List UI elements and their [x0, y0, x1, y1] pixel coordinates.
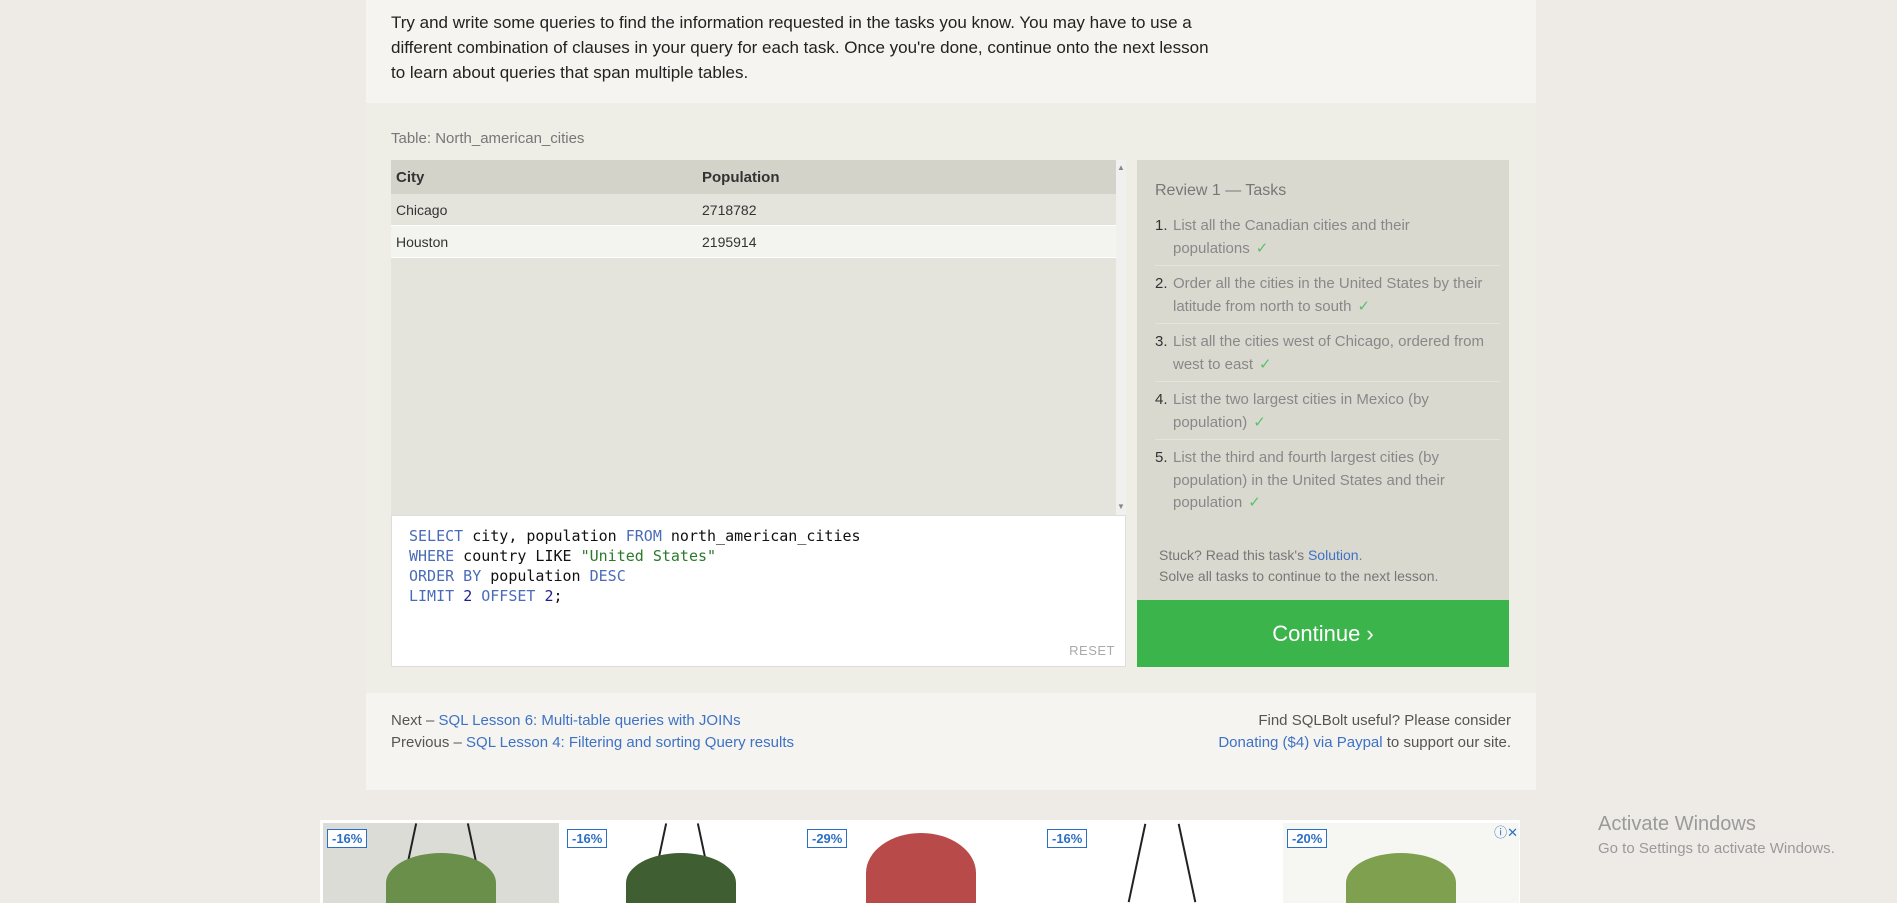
- donation-note: Find SQLBolt useful? Please consider Don…: [1218, 710, 1511, 754]
- column-header-population: Population: [697, 160, 1116, 194]
- cell-city: Chicago: [391, 194, 697, 226]
- discount-badge: -29%: [807, 829, 848, 848]
- sql-keyword: ORDER BY: [409, 567, 482, 585]
- activate-windows-watermark: Activate Windows Go to Settings to activ…: [1598, 813, 1835, 857]
- task-item: 4. List the two largest cities in Mexico …: [1155, 389, 1500, 440]
- sql-editor[interactable]: SELECT city, population FROM north_ameri…: [391, 515, 1126, 667]
- stuck-hint: Stuck? Read this task's Solution. Solve …: [1159, 545, 1438, 587]
- cell-city: Houston: [391, 225, 697, 258]
- ad-product-card[interactable]: -16%: [1043, 823, 1279, 903]
- activate-subtitle: Go to Settings to activate Windows.: [1598, 840, 1835, 857]
- results-header-row: City Population: [391, 160, 1116, 194]
- sql-keyword: FROM: [625, 527, 662, 545]
- next-lesson-link[interactable]: SQL Lesson 6: Multi-table queries with J…: [439, 712, 741, 729]
- tasks-title: Review 1 — Tasks: [1155, 182, 1287, 199]
- sql-text: country LIKE: [454, 547, 581, 565]
- task-text: List all the cities west of Chicago, ord…: [1173, 333, 1484, 373]
- checkmark-icon: ✓: [1253, 413, 1266, 431]
- task-number: 1.: [1155, 217, 1168, 234]
- ad-banner[interactable]: -16% -16% -29% -16% -20% ⓘ✕: [320, 820, 1520, 903]
- continue-button[interactable]: Continue ›: [1137, 600, 1509, 667]
- plant-image: [866, 833, 976, 903]
- discount-badge: -16%: [1047, 829, 1088, 848]
- sql-string: "United States": [580, 547, 717, 565]
- task-item: 3. List all the cities west of Chicago, o…: [1155, 331, 1500, 382]
- sql-code[interactable]: SELECT city, population FROM north_ameri…: [409, 526, 861, 606]
- next-prefix: Next –: [391, 712, 439, 729]
- activate-title: Activate Windows: [1598, 813, 1756, 835]
- solution-link[interactable]: Solution: [1308, 547, 1359, 563]
- task-item: 5. List the third and fourth largest citi…: [1155, 447, 1500, 520]
- lesson-footer: Next – SQL Lesson 6: Multi-table queries…: [366, 693, 1536, 790]
- stuck-suffix: .: [1358, 547, 1363, 563]
- lesson-navigation: Next – SQL Lesson 6: Multi-table queries…: [391, 710, 794, 754]
- scroll-up-arrow-icon[interactable]: ▲: [1116, 162, 1126, 174]
- task-item: 2. Order all the cities in the United Sta…: [1155, 273, 1500, 324]
- ad-product-card[interactable]: -29%: [803, 823, 1039, 903]
- task-number: 3.: [1155, 333, 1168, 350]
- checkmark-icon: ✓: [1255, 239, 1269, 257]
- table-title: Table: North_american_cities: [391, 130, 585, 147]
- sql-text: population: [481, 567, 590, 585]
- reset-button[interactable]: RESET: [1069, 643, 1115, 658]
- results-table: City Population Chicago 2718782 Houston …: [391, 160, 1116, 258]
- intro-section: Try and write some queries to find the i…: [366, 0, 1536, 103]
- sql-keyword: DESC: [589, 567, 626, 585]
- plant-image: [386, 853, 496, 903]
- previous-prefix: Previous –: [391, 734, 467, 751]
- plant-image: [626, 853, 736, 903]
- previous-lesson-link[interactable]: SQL Lesson 4: Filtering and sorting Quer…: [466, 734, 794, 751]
- task-text: Order all the cities in the United State…: [1173, 275, 1483, 315]
- cell-population: 2195914: [697, 225, 1116, 258]
- scroll-down-arrow-icon[interactable]: ▼: [1116, 501, 1126, 513]
- ad-info-close-icon[interactable]: ⓘ✕: [1494, 822, 1518, 841]
- sql-text: north_american_cities: [661, 527, 861, 545]
- sql-number: 2: [544, 587, 554, 605]
- sql-keyword: OFFSET: [481, 587, 536, 605]
- task-text: List all the Canadian cities and their p…: [1173, 217, 1410, 257]
- checkmark-icon: ✓: [1357, 297, 1371, 315]
- ad-product-card[interactable]: -16%: [563, 823, 799, 903]
- plant-image: [1346, 853, 1456, 903]
- table-row: Houston 2195914: [391, 225, 1116, 258]
- useful-text: Find SQLBolt useful? Please consider: [1258, 712, 1511, 729]
- task-number: 2.: [1155, 275, 1168, 292]
- table-row: Chicago 2718782: [391, 194, 1116, 226]
- sql-keyword: WHERE: [409, 547, 455, 565]
- discount-badge: -16%: [327, 829, 368, 848]
- task-text: List the two largest cities in Mexico (b…: [1173, 391, 1429, 431]
- donate-link[interactable]: Donating ($4) via Paypal: [1218, 734, 1382, 751]
- sql-text: ;: [553, 587, 563, 605]
- sql-keyword: SELECT: [409, 527, 464, 545]
- sql-keyword: LIMIT: [409, 587, 455, 605]
- results-scrollbar[interactable]: ▲ ▼: [1116, 160, 1126, 515]
- stuck-prefix: Stuck? Read this task's: [1159, 547, 1308, 563]
- hanger-wire: [1127, 823, 1147, 903]
- task-item: 1. List all the Canadian cities and their…: [1155, 215, 1500, 266]
- column-header-city: City: [391, 160, 697, 194]
- task-number: 5.: [1155, 449, 1168, 466]
- ad-product-card[interactable]: -16%: [323, 823, 559, 903]
- donate-suffix: to support our site.: [1382, 734, 1511, 751]
- discount-badge: -20%: [1287, 829, 1328, 848]
- lesson-page: Try and write some queries to find the i…: [366, 0, 1536, 790]
- checkmark-icon: ✓: [1248, 494, 1261, 511]
- cell-population: 2718782: [697, 194, 1116, 226]
- sql-number: 2: [463, 587, 473, 605]
- task-text: List the third and fourth largest cities…: [1173, 449, 1445, 511]
- task-list: 1. List all the Canadian cities and their…: [1155, 215, 1500, 527]
- checkmark-icon: ✓: [1259, 355, 1272, 373]
- discount-badge: -16%: [567, 829, 608, 848]
- intro-text: Try and write some queries to find the i…: [391, 13, 1209, 82]
- sql-text: city, population: [463, 527, 626, 545]
- query-results-panel: City Population Chicago 2718782 Houston …: [391, 160, 1126, 515]
- ad-product-card[interactable]: -20%: [1283, 823, 1519, 903]
- solve-all-text: Solve all tasks to continue to the next …: [1159, 568, 1439, 584]
- tasks-panel: Review 1 — Tasks 1. List all the Canadian…: [1137, 160, 1509, 600]
- task-number: 4.: [1155, 391, 1168, 408]
- hanger-wire: [1177, 823, 1197, 903]
